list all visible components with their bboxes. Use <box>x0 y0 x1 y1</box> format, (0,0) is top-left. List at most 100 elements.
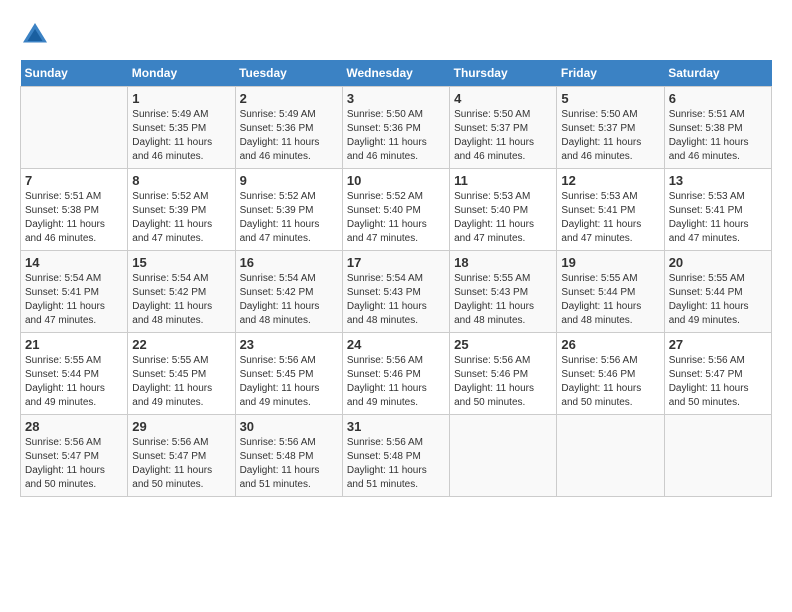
day-info: Sunrise: 5:56 AMSunset: 5:48 PMDaylight:… <box>240 436 338 492</box>
calendar-cell <box>664 415 771 497</box>
calendar-cell: 20Sunrise: 5:55 AMSunset: 5:44 PMDayligh… <box>664 251 771 333</box>
calendar-cell: 27Sunrise: 5:56 AMSunset: 5:47 PMDayligh… <box>664 333 771 415</box>
day-number: 1 <box>132 91 230 106</box>
day-number: 10 <box>347 173 445 188</box>
day-number: 6 <box>669 91 767 106</box>
day-number: 14 <box>25 255 123 270</box>
calendar-cell: 6 Sunrise: 5:51 AMSunset: 5:38 PMDaylight… <box>664 87 771 169</box>
day-number: 9 <box>240 173 338 188</box>
day-number: 19 <box>561 255 659 270</box>
day-info: Sunrise: 5:54 AMSunset: 5:41 PMDaylight:… <box>25 272 123 328</box>
day-number: 11 <box>454 173 552 188</box>
day-number: 16 <box>240 255 338 270</box>
day-info: Sunrise: 5:50 AMSunset: 5:37 PMDaylight:… <box>454 108 552 164</box>
calendar-cell: 7 Sunrise: 5:51 AMSunset: 5:38 PMDaylight… <box>21 169 128 251</box>
day-number: 23 <box>240 337 338 352</box>
calendar-cell: 26Sunrise: 5:56 AMSunset: 5:46 PMDayligh… <box>557 333 664 415</box>
day-info: Sunrise: 5:51 AMSunset: 5:38 PMDaylight:… <box>25 190 123 246</box>
day-number: 7 <box>25 173 123 188</box>
day-info: Sunrise: 5:55 AMSunset: 5:44 PMDaylight:… <box>669 272 767 328</box>
logo-icon <box>20 20 50 50</box>
calendar-cell: 31 Sunrise: 5:56 AMSunset: 5:48 PMDayligh… <box>342 415 449 497</box>
calendar-cell: 24Sunrise: 5:56 AMSunset: 5:46 PMDayligh… <box>342 333 449 415</box>
header-row: SundayMondayTuesdayWednesdayThursdayFrid… <box>21 60 772 87</box>
day-info: Sunrise: 5:56 AMSunset: 5:48 PMDaylight:… <box>347 436 445 492</box>
day-info: Sunrise: 5:56 AMSunset: 5:47 PMDaylight:… <box>669 354 767 410</box>
day-number: 15 <box>132 255 230 270</box>
day-number: 25 <box>454 337 552 352</box>
week-row-4: 21 Sunrise: 5:55 AMSunset: 5:44 PMDayligh… <box>21 333 772 415</box>
calendar-cell: 30 Sunrise: 5:56 AMSunset: 5:48 PMDayligh… <box>235 415 342 497</box>
calendar-cell: 12 Sunrise: 5:53 AMSunset: 5:41 PMDayligh… <box>557 169 664 251</box>
day-info: Sunrise: 5:51 AMSunset: 5:38 PMDaylight:… <box>669 108 767 164</box>
day-header-tuesday: Tuesday <box>235 60 342 87</box>
calendar-cell: 3Sunrise: 5:50 AMSunset: 5:36 PMDaylight… <box>342 87 449 169</box>
week-row-1: 1 Sunrise: 5:49 AMSunset: 5:35 PMDaylight… <box>21 87 772 169</box>
day-info: Sunrise: 5:53 AMSunset: 5:41 PMDaylight:… <box>669 190 767 246</box>
day-number: 13 <box>669 173 767 188</box>
day-header-thursday: Thursday <box>450 60 557 87</box>
day-info: Sunrise: 5:55 AMSunset: 5:44 PMDaylight:… <box>561 272 659 328</box>
calendar-cell: 13 Sunrise: 5:53 AMSunset: 5:41 PMDayligh… <box>664 169 771 251</box>
day-info: Sunrise: 5:49 AMSunset: 5:36 PMDaylight:… <box>240 108 338 164</box>
calendar-cell: 2 Sunrise: 5:49 AMSunset: 5:36 PMDaylight… <box>235 87 342 169</box>
day-number: 29 <box>132 419 230 434</box>
calendar-cell: 18Sunrise: 5:55 AMSunset: 5:43 PMDayligh… <box>450 251 557 333</box>
week-row-5: 28 Sunrise: 5:56 AMSunset: 5:47 PMDayligh… <box>21 415 772 497</box>
day-number: 3 <box>347 91 445 106</box>
calendar-cell: 8 Sunrise: 5:52 AMSunset: 5:39 PMDaylight… <box>128 169 235 251</box>
day-info: Sunrise: 5:56 AMSunset: 5:47 PMDaylight:… <box>25 436 123 492</box>
day-info: Sunrise: 5:54 AMSunset: 5:43 PMDaylight:… <box>347 272 445 328</box>
calendar-cell: 28 Sunrise: 5:56 AMSunset: 5:47 PMDayligh… <box>21 415 128 497</box>
week-row-3: 14 Sunrise: 5:54 AMSunset: 5:41 PMDayligh… <box>21 251 772 333</box>
calendar-cell <box>450 415 557 497</box>
calendar-cell: 17Sunrise: 5:54 AMSunset: 5:43 PMDayligh… <box>342 251 449 333</box>
day-info: Sunrise: 5:52 AMSunset: 5:39 PMDaylight:… <box>132 190 230 246</box>
day-info: Sunrise: 5:55 AMSunset: 5:44 PMDaylight:… <box>25 354 123 410</box>
calendar-cell: 9 Sunrise: 5:52 AMSunset: 5:39 PMDaylight… <box>235 169 342 251</box>
day-info: Sunrise: 5:50 AMSunset: 5:37 PMDaylight:… <box>561 108 659 164</box>
day-number: 12 <box>561 173 659 188</box>
calendar-cell: 16 Sunrise: 5:54 AMSunset: 5:42 PMDayligh… <box>235 251 342 333</box>
calendar-cell: 1 Sunrise: 5:49 AMSunset: 5:35 PMDaylight… <box>128 87 235 169</box>
calendar-cell: 10 Sunrise: 5:52 AMSunset: 5:40 PMDayligh… <box>342 169 449 251</box>
calendar-table: SundayMondayTuesdayWednesdayThursdayFrid… <box>20 60 772 497</box>
day-number: 31 <box>347 419 445 434</box>
day-number: 21 <box>25 337 123 352</box>
day-header-sunday: Sunday <box>21 60 128 87</box>
day-info: Sunrise: 5:54 AMSunset: 5:42 PMDaylight:… <box>132 272 230 328</box>
day-header-saturday: Saturday <box>664 60 771 87</box>
day-number: 30 <box>240 419 338 434</box>
day-info: Sunrise: 5:56 AMSunset: 5:46 PMDaylight:… <box>347 354 445 410</box>
calendar-cell: 5Sunrise: 5:50 AMSunset: 5:37 PMDaylight… <box>557 87 664 169</box>
calendar-cell: 21 Sunrise: 5:55 AMSunset: 5:44 PMDayligh… <box>21 333 128 415</box>
logo <box>20 20 54 50</box>
calendar-cell: 29 Sunrise: 5:56 AMSunset: 5:47 PMDayligh… <box>128 415 235 497</box>
day-number: 22 <box>132 337 230 352</box>
calendar-cell: 4 Sunrise: 5:50 AMSunset: 5:37 PMDaylight… <box>450 87 557 169</box>
calendar-cell: 19 Sunrise: 5:55 AMSunset: 5:44 PMDayligh… <box>557 251 664 333</box>
day-info: Sunrise: 5:52 AMSunset: 5:40 PMDaylight:… <box>347 190 445 246</box>
day-info: Sunrise: 5:55 AMSunset: 5:45 PMDaylight:… <box>132 354 230 410</box>
day-number: 18 <box>454 255 552 270</box>
day-info: Sunrise: 5:52 AMSunset: 5:39 PMDaylight:… <box>240 190 338 246</box>
day-number: 8 <box>132 173 230 188</box>
day-info: Sunrise: 5:56 AMSunset: 5:47 PMDaylight:… <box>132 436 230 492</box>
day-number: 2 <box>240 91 338 106</box>
day-info: Sunrise: 5:54 AMSunset: 5:42 PMDaylight:… <box>240 272 338 328</box>
calendar-cell <box>557 415 664 497</box>
calendar-cell: 14 Sunrise: 5:54 AMSunset: 5:41 PMDayligh… <box>21 251 128 333</box>
calendar-cell <box>21 87 128 169</box>
calendar-cell: 23 Sunrise: 5:56 AMSunset: 5:45 PMDayligh… <box>235 333 342 415</box>
calendar-cell: 11Sunrise: 5:53 AMSunset: 5:40 PMDayligh… <box>450 169 557 251</box>
day-header-wednesday: Wednesday <box>342 60 449 87</box>
day-info: Sunrise: 5:49 AMSunset: 5:35 PMDaylight:… <box>132 108 230 164</box>
page-header <box>20 20 772 50</box>
day-info: Sunrise: 5:53 AMSunset: 5:41 PMDaylight:… <box>561 190 659 246</box>
calendar-cell: 22 Sunrise: 5:55 AMSunset: 5:45 PMDayligh… <box>128 333 235 415</box>
day-number: 4 <box>454 91 552 106</box>
day-info: Sunrise: 5:56 AMSunset: 5:46 PMDaylight:… <box>454 354 552 410</box>
day-number: 28 <box>25 419 123 434</box>
week-row-2: 7 Sunrise: 5:51 AMSunset: 5:38 PMDaylight… <box>21 169 772 251</box>
day-info: Sunrise: 5:56 AMSunset: 5:45 PMDaylight:… <box>240 354 338 410</box>
